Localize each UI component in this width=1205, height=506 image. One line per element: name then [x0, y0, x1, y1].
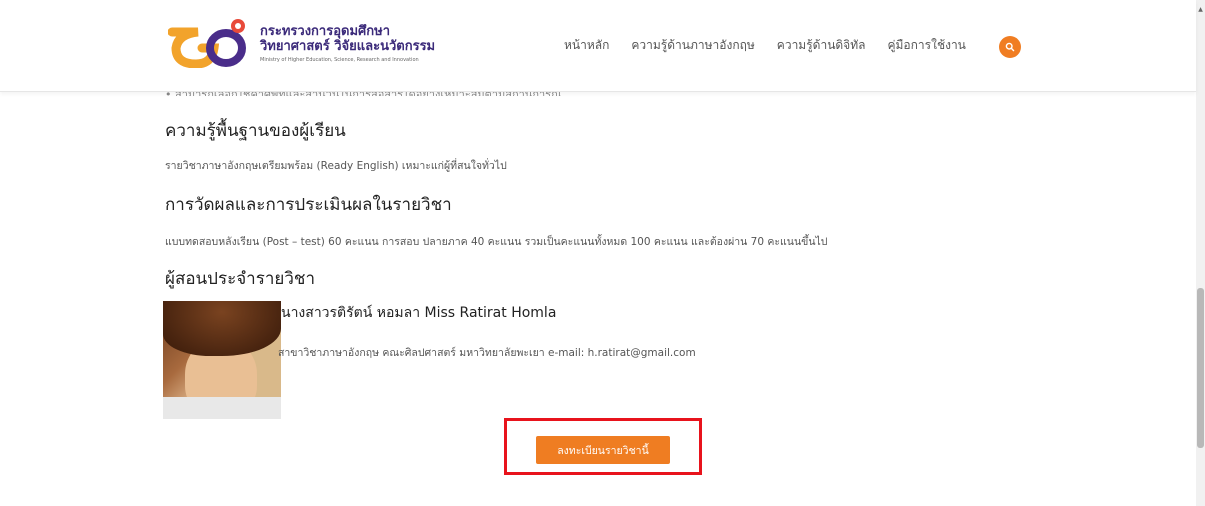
instructor-photo [163, 301, 281, 419]
instructor-name: นางสาวรติรัตน์ หอมลา Miss Ratirat Homla [281, 305, 557, 321]
nav-english-knowledge[interactable]: ความรู้ด้านภาษาอังกฤษ [631, 36, 754, 55]
search-icon [1005, 42, 1015, 52]
nav-digital-knowledge[interactable]: ความรู้ด้านดิจิทัล [777, 36, 866, 55]
search-button[interactable] [999, 36, 1021, 58]
ministry-logo[interactable]: กระทรวงการอุดมศึกษา วิทยาศาสตร์ วิจัยและ… [168, 16, 458, 74]
site-header: กระทรวงการอุดมศึกษา วิทยาศาสตร์ วิจัยและ… [0, 0, 1196, 92]
instructor-heading: ผู้สอนประจำรายวิชา [165, 269, 315, 289]
enroll-button[interactable]: ลงทะเบียนรายวิชานี้ [536, 436, 670, 464]
evaluation-text: แบบทดสอบหลังเรียน (Post – test) 60 คะแนน… [165, 236, 828, 248]
logo-title-line1: กระทรวงการอุดมศึกษา [260, 24, 390, 39]
nav-user-manual[interactable]: คู่มือการใช้งาน [887, 36, 965, 55]
logo-text: กระทรวงการอุดมศึกษา วิทยาศาสตร์ วิจัยและ… [260, 24, 435, 64]
scroll-up-arrow-icon[interactable]: ▲ [1196, 6, 1205, 14]
main-nav: หน้าหลัก ความรู้ด้านภาษาอังกฤษ ความรู้ด้… [564, 36, 988, 55]
ministry-logo-icon [168, 19, 246, 68]
logo-title-line2: วิทยาศาสตร์ วิจัยและนวัตกรรม [260, 39, 436, 54]
logo-subtitle: Ministry of Higher Education, Science, R… [260, 57, 419, 63]
prerequisite-heading: ความรู้พื้นฐานของผู้เรียน [165, 121, 346, 141]
instructor-info: สาขาวิชาภาษาอังกฤษ คณะศิลปศาสตร์ มหาวิทย… [278, 347, 696, 359]
scrollbar-thumb[interactable] [1197, 288, 1204, 448]
vertical-scrollbar[interactable]: ▲ [1196, 0, 1205, 506]
page: กระทรวงการอุดมศึกษา วิทยาศาสตร์ วิจัยและ… [0, 0, 1196, 506]
prerequisite-text: รายวิชาภาษาอังกฤษเตรียมพร้อม (Ready Engl… [165, 160, 507, 172]
nav-home[interactable]: หน้าหลัก [564, 36, 609, 55]
evaluation-heading: การวัดผลและการประเมินผลในรายวิชา [165, 195, 452, 215]
